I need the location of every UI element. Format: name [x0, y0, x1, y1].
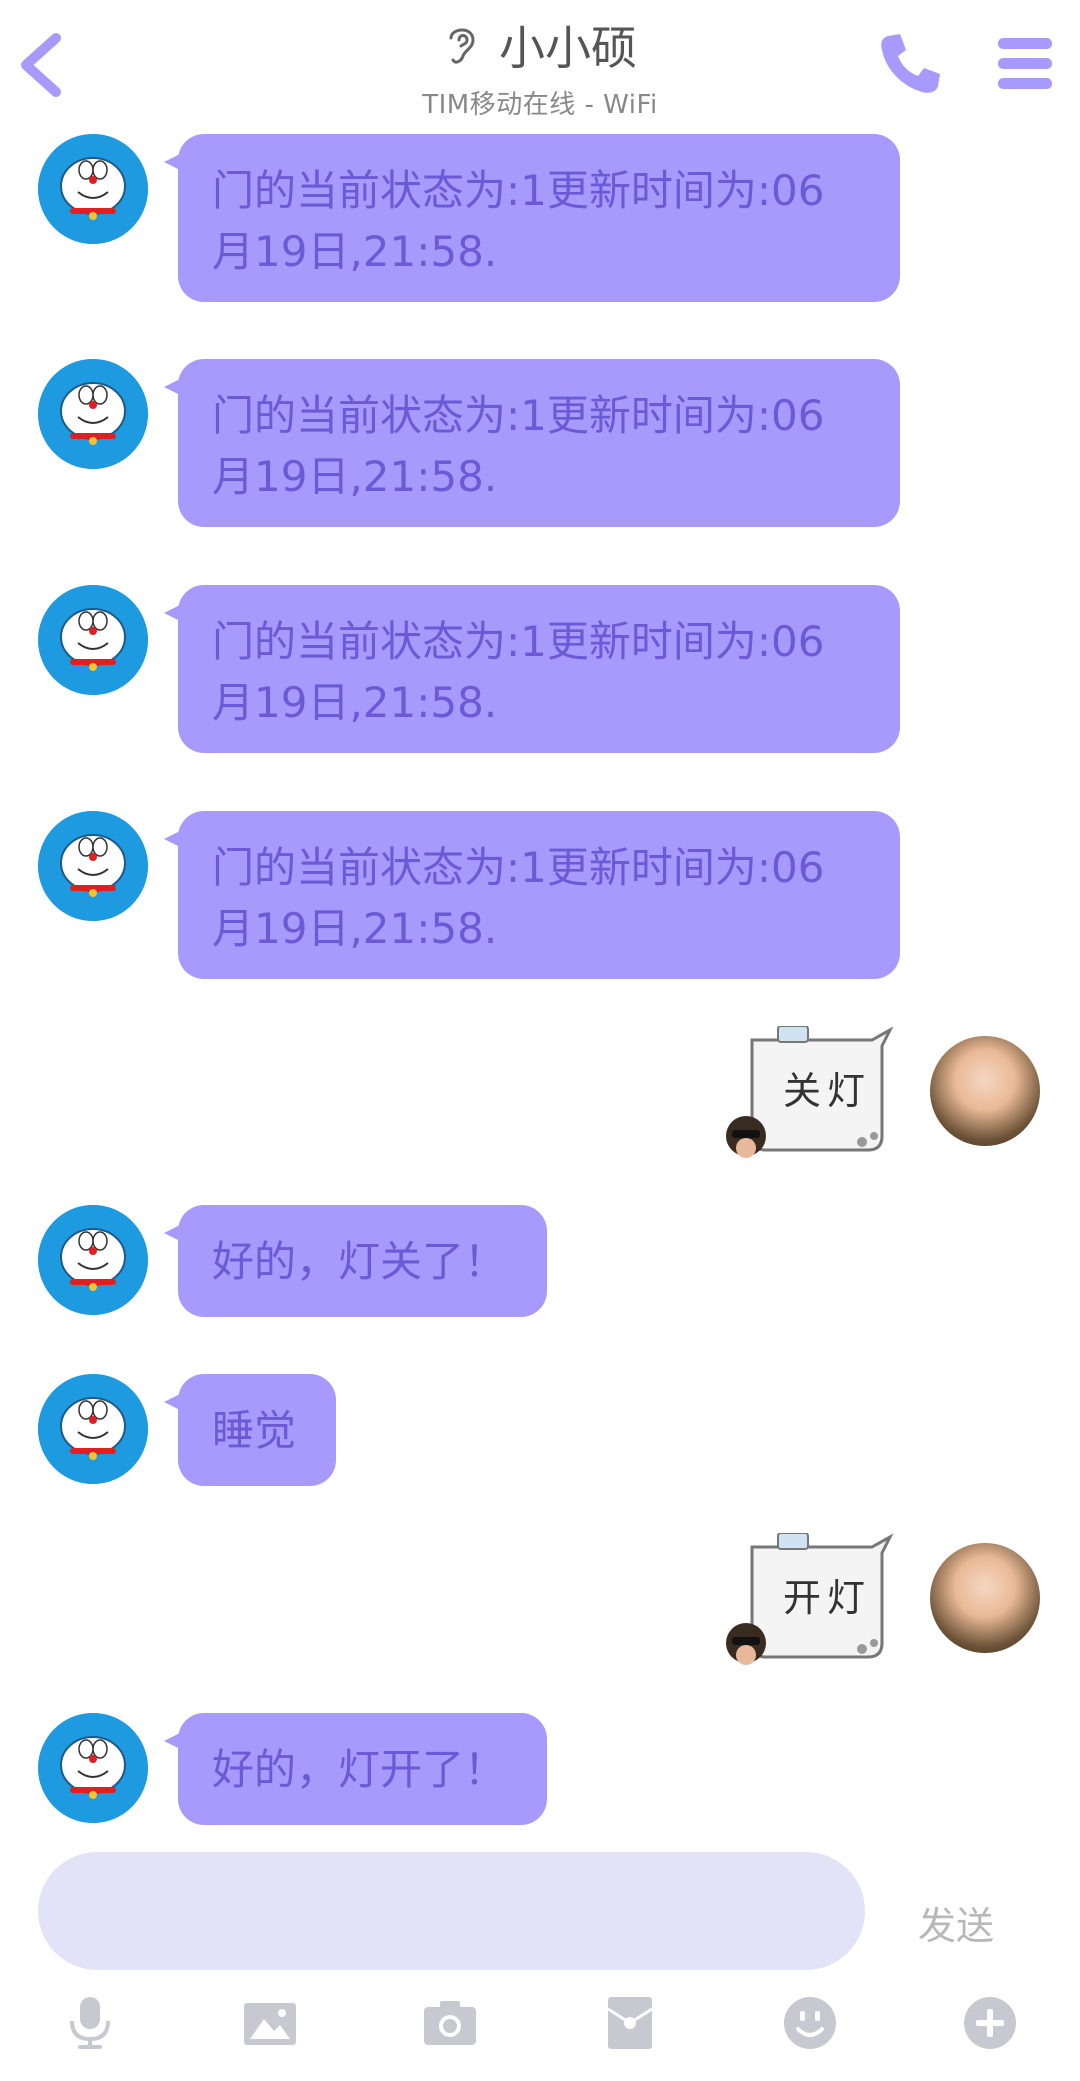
- message-text: 门的当前状态为:1更新时间为:06月19日,21:58.: [212, 166, 825, 276]
- plus-icon[interactable]: [962, 1995, 1018, 2051]
- message-bubble[interactable]: 门的当前状态为:1更新时间为:06月19日,21:58.: [164, 585, 900, 753]
- contact-avatar[interactable]: [38, 811, 148, 921]
- user-avatar[interactable]: [930, 1543, 1040, 1653]
- message-text: 门的当前状态为:1更新时间为:06月19日,21:58.: [212, 617, 825, 727]
- message-bubble[interactable]: 门的当前状态为:1更新时间为:06月19日,21:58.: [164, 134, 900, 302]
- message-bubble[interactable]: 门的当前状态为:1更新时间为:06月19日,21:58.: [164, 811, 900, 979]
- message-bubble[interactable]: 好的，灯关了！: [164, 1205, 547, 1317]
- doraemon-icon: [38, 1205, 148, 1315]
- contact-avatar[interactable]: [38, 1713, 148, 1823]
- doraemon-icon: [38, 359, 148, 469]
- doraemon-icon: [38, 1374, 148, 1484]
- message-bubble[interactable]: 好的，灯开了！: [164, 1713, 547, 1825]
- sticker-message[interactable]: 开灯: [722, 1532, 922, 1673]
- chat-title: 小小硕: [499, 21, 637, 75]
- contact-avatar[interactable]: [38, 585, 148, 695]
- sticker-caption: 关灯: [782, 1069, 871, 1113]
- contact-avatar[interactable]: [38, 1374, 148, 1484]
- message-text: 好的，灯开了！: [212, 1745, 507, 1794]
- sticker-caption: 开灯: [782, 1576, 871, 1620]
- phone-icon[interactable]: [878, 30, 942, 96]
- message-text: 睡觉: [212, 1406, 297, 1455]
- chat-header: 小小硕 TIM移动在线 - WiFi: [0, 0, 1080, 128]
- message-bubble[interactable]: 门的当前状态为:1更新时间为:06月19日,21:58.: [164, 359, 900, 527]
- message-input[interactable]: [38, 1852, 865, 1970]
- send-button[interactable]: 发送: [918, 1895, 994, 1950]
- user-avatar[interactable]: [930, 1036, 1040, 1146]
- doraemon-icon: [38, 1713, 148, 1823]
- doraemon-icon: [38, 134, 148, 244]
- menu-icon[interactable]: [996, 36, 1054, 92]
- contact-avatar[interactable]: [38, 1205, 148, 1315]
- ear-icon[interactable]: [443, 22, 481, 68]
- message-bubble[interactable]: 睡觉: [164, 1374, 336, 1486]
- sticker-message[interactable]: 关灯: [722, 1025, 922, 1166]
- message-text: 好的，灯关了！: [212, 1237, 507, 1286]
- contact-avatar[interactable]: [38, 134, 148, 244]
- red-packet-icon[interactable]: [602, 1995, 658, 2051]
- contact-avatar[interactable]: [38, 359, 148, 469]
- image-icon[interactable]: [242, 1995, 298, 2051]
- emoji-icon[interactable]: [782, 1995, 838, 2051]
- doraemon-icon: [38, 585, 148, 695]
- camera-icon[interactable]: [422, 1995, 478, 2051]
- doraemon-icon: [38, 811, 148, 921]
- microphone-icon[interactable]: [62, 1995, 118, 2051]
- message-text: 门的当前状态为:1更新时间为:06月19日,21:58.: [212, 391, 825, 501]
- message-text: 门的当前状态为:1更新时间为:06月19日,21:58.: [212, 843, 825, 953]
